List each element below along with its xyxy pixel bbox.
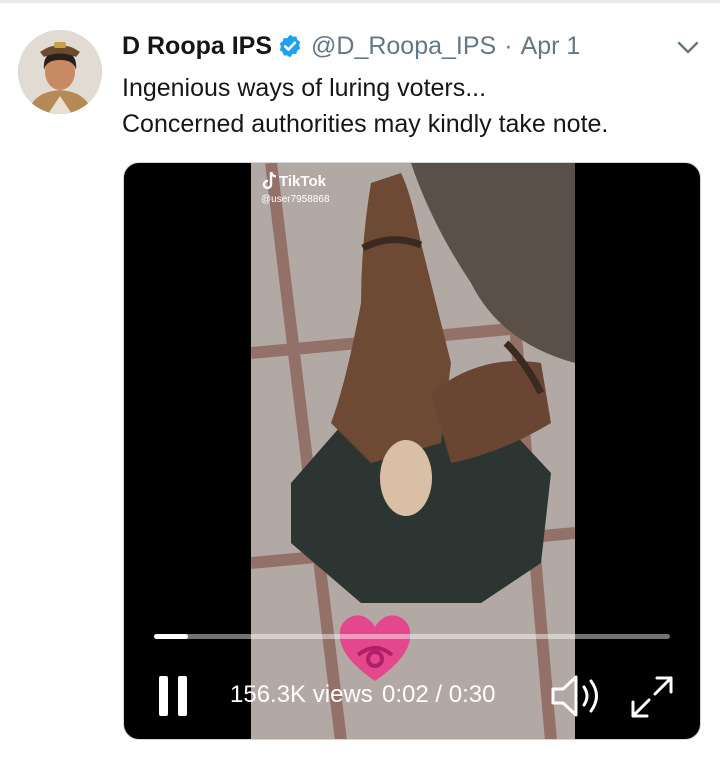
view-count: 156.3K views	[230, 681, 373, 708]
tiktok-watermark: TikTok @user7958868	[261, 171, 330, 205]
progress-bar[interactable]	[154, 634, 670, 639]
avatar[interactable]	[18, 30, 102, 114]
top-divider	[0, 0, 720, 3]
display-name[interactable]: D Roopa IPS	[122, 32, 272, 61]
tweet-text-line: Concerned authorities may kindly take no…	[122, 110, 609, 138]
tweet-header: D Roopa IPS @D_Roopa_IPS · Apr 1	[122, 30, 580, 62]
tiktok-note-icon	[262, 171, 277, 190]
pause-icon[interactable]	[158, 675, 188, 717]
tweet-text-line: Ingenious ways of luring voters...	[122, 74, 487, 102]
volume-icon[interactable]	[550, 673, 602, 719]
video-player[interactable]: TikTok @user7958868 156.3K views 0:02 / …	[123, 162, 701, 740]
tiktok-brand: TikTok	[279, 172, 326, 190]
verified-badge-icon	[279, 34, 301, 58]
heart-sticker-icon	[339, 615, 411, 681]
video-time: 0:02 / 0:30	[382, 681, 496, 708]
tiktok-user: @user7958868	[261, 194, 330, 205]
separator-dot: ·	[504, 31, 513, 60]
profile-photo	[18, 30, 102, 114]
chevron-down-icon[interactable]	[676, 40, 700, 56]
user-handle[interactable]: @D_Roopa_IPS	[311, 32, 496, 61]
tweet-date[interactable]: Apr 1	[521, 32, 581, 61]
tweet-text: Ingenious ways of luring voters... Conce…	[122, 70, 608, 142]
progress-fill	[154, 634, 189, 639]
fullscreen-icon[interactable]	[628, 673, 676, 721]
